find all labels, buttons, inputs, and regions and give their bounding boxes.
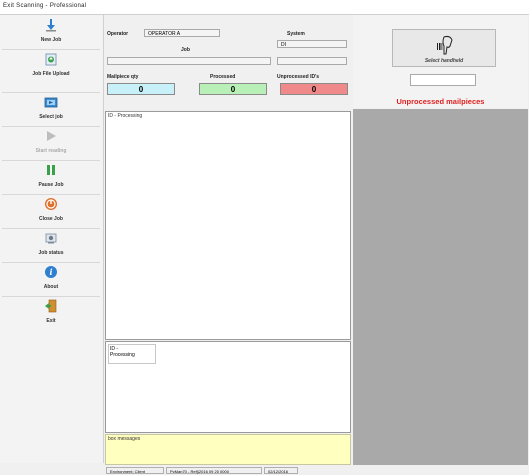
box-messages-panel: box messages [105,434,351,465]
svg-text:i: i [49,267,52,277]
about-button[interactable]: i About [2,264,100,290]
operator-field[interactable]: OPERATOR A [144,29,220,37]
sidebar-divider [2,228,100,229]
exit-door-icon [44,299,58,313]
sidebar-divider [2,194,100,195]
job-file-upload-label: Job File Upload [32,71,70,77]
pause-job-button[interactable]: Pause Job [2,162,100,188]
mailpiece-qty-label: Mailpiece qty [107,74,139,80]
title-bar: Exit Scanning - Professional [0,0,529,15]
job-status-icon [44,231,58,245]
job-field[interactable] [107,57,271,65]
app-window: Exit Scanning - Professional New Job Job… [0,0,529,475]
column-header-line2: Processing [110,352,135,358]
close-job-button[interactable]: Close Job [2,196,100,222]
handheld-panel: Select handheld Unprocessed mailpieces [353,15,528,108]
system-label: System [287,31,305,37]
status-version: PcMan70 - Ref§2016 09 20 0000 [166,467,262,474]
sidebar-divider [2,49,100,50]
job-status-label: Job status [38,250,64,256]
select-handheld-label: Select handheld [424,58,464,64]
box-messages-label: box messages [108,436,141,442]
info-icon: i [44,265,58,279]
new-job-button[interactable]: New Job [2,17,100,43]
job-label: Job [181,47,190,53]
sidebar: New Job Job File Upload Select job Start… [0,15,104,463]
handheld-field[interactable] [410,74,476,86]
exit-button[interactable]: Exit [2,298,100,324]
select-job-label: Select job [39,114,63,120]
pause-job-label: Pause Job [38,182,64,188]
processed-counter: 0 [199,83,267,95]
new-job-label: New Job [40,37,62,43]
mailpiece-qty-counter: 0 [107,83,175,95]
system-secondary-field[interactable] [277,57,347,65]
id-processing-header: ID - Processing [108,113,143,119]
status-bar: Environment: Client PcMan70 - Ref§2016 0… [104,466,529,475]
start-reading-button[interactable]: Start reading [2,128,100,154]
job-file-upload-button[interactable]: Job File Upload [2,51,100,77]
unprocessed-ids-label: Unprocessed ID's [277,74,320,80]
sidebar-divider [2,126,100,127]
select-handheld-button[interactable]: Select handheld [392,29,496,67]
operator-label: Operator [107,31,129,37]
job-info-panel: Operator OPERATOR A System DI Job Mailpi… [104,15,352,108]
unprocessed-mailpieces-label: Unprocessed mailpieces [396,97,485,106]
id-processing-column-header[interactable]: ID - Processing [108,344,156,364]
id-processing-panel[interactable]: ID - Processing [105,111,351,340]
about-label: About [43,284,59,290]
sidebar-divider [2,296,100,297]
start-reading-label: Start reading [35,148,67,154]
file-upload-icon [44,52,58,66]
status-date: 02/12/2016 [264,467,298,474]
unprocessed-mailpieces-list[interactable] [353,109,528,465]
system-field[interactable]: DI [277,40,347,48]
status-environment: Environment: Client [106,467,164,474]
arrow-down-icon [44,18,58,32]
processed-label: Processed [210,74,236,80]
power-icon [44,197,58,211]
exit-label: Exit [46,318,56,324]
sidebar-divider [2,262,100,263]
select-job-button[interactable]: Select job [2,94,100,120]
unprocessed-ids-counter: 0 [280,83,348,95]
select-job-icon [44,95,58,109]
sidebar-divider [2,160,100,161]
job-status-button[interactable]: Job status [2,230,100,256]
sidebar-divider [2,92,100,93]
id-processing-secondary-panel[interactable]: ID - Processing [105,341,351,433]
close-job-label: Close Job [39,216,63,222]
barcode-scanner-icon [437,35,453,55]
window-title: Exit Scanning - Professional [3,3,87,9]
play-icon [44,129,58,143]
pause-icon [44,163,58,177]
